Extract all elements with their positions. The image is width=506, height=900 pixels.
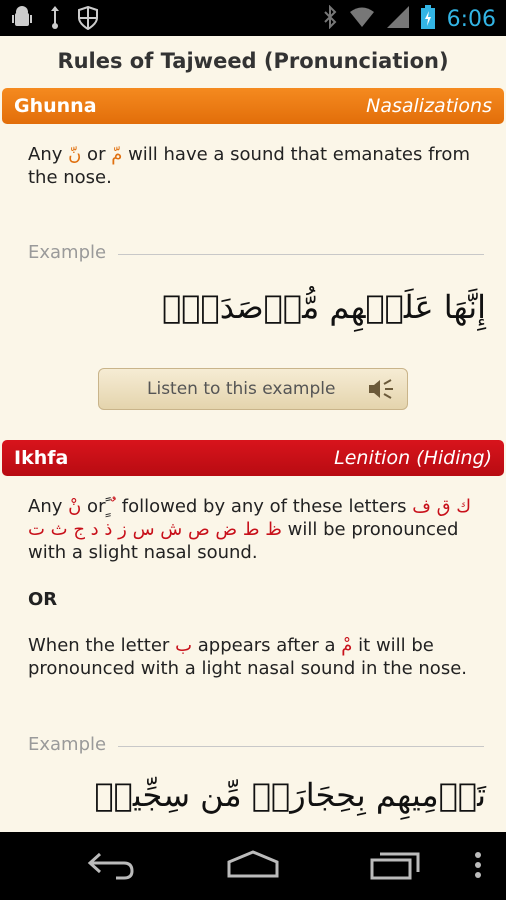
usb-icon [46,6,64,34]
ghunna-title: Ghunna [14,95,97,117]
bluetooth-icon [323,4,337,33]
ghunna-example-divider: Example [28,242,484,266]
recent-apps-icon[interactable] [370,850,422,884]
ghunna-example-arabic: إِنَّهَا عَلَيۡهِم مُّؤۡصَدَةُۢ [162,288,486,326]
shield-icon [78,5,98,34]
or-label: OR [28,589,58,610]
speaker-icon [367,378,395,404]
baa-letter: ب [175,635,193,656]
divider [118,254,484,255]
noon-shadda: نّ [68,144,82,165]
meem-shadda: مّ [111,144,123,165]
signal-icon [386,6,409,32]
clock: 6:06 [446,6,496,32]
ikhfa-title: Ikhfa [14,447,69,469]
ikhfa-rule-text: Any نْ or ًٍ ٌ followed by any of these … [28,496,472,563]
back-icon[interactable] [86,850,136,884]
listen-button-label: Listen to this example [147,379,336,399]
navigation-bar [0,832,506,900]
ghunna-rule-text: Any نّ or مّ will have a sound that eman… [28,144,470,188]
title-bar: Rules of Tajweed (Pronunciation) [0,36,506,86]
ikhfa-description: Lenition (Hiding) [334,447,492,469]
android-debug-icon [12,6,32,34]
status-bar: 6:06 [0,0,506,36]
meem-sukoon: مْ [341,635,353,656]
wifi-icon [349,6,375,32]
listen-example-button[interactable]: Listen to this example [98,368,408,410]
home-icon[interactable] [226,850,280,884]
noon-sukoon: نْ [68,496,82,517]
battery-charging-icon [420,5,435,33]
example-label: Example [28,242,107,263]
ikhfa-example-divider: Example [28,734,484,758]
ghunna-header: Ghunna Nasalizations [2,88,504,124]
example-label: Example [28,734,107,755]
ikhfa-header: Ikhfa Lenition (Hiding) [2,440,504,476]
divider [118,746,484,747]
ghunna-description: Nasalizations [366,95,492,117]
ikhfa-rule-text-2: When the letter ب appears after a مْ it … [28,635,467,679]
page-title: Rules of Tajweed (Pronunciation) [57,49,449,73]
ikhfa-example-arabic: تَرۡمِيهِم بِحِجَارَةٖ مِّن سِجِّيلٖ [94,776,486,814]
overflow-menu-icon[interactable] [474,850,482,884]
